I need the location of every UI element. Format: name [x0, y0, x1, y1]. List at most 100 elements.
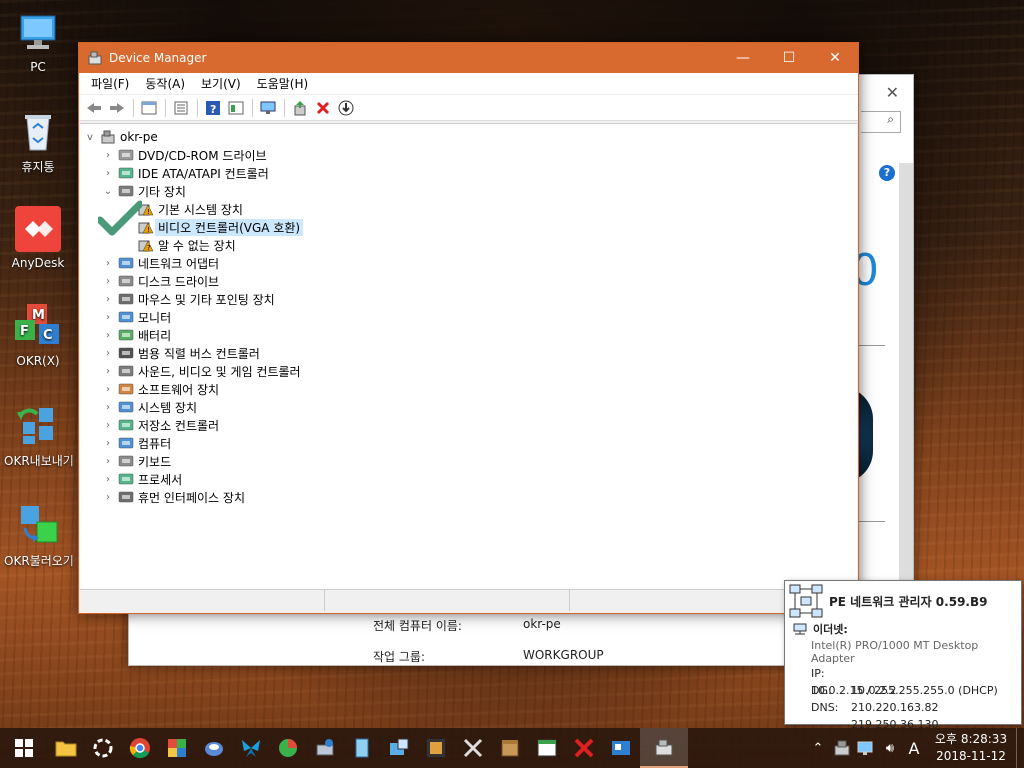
taskbar-app-13[interactable]: [603, 728, 639, 768]
tree-item[interactable]: ! 비디오 컨트롤러(VGA 호환): [122, 218, 304, 236]
other-devices-icon: [118, 183, 134, 199]
help-icon[interactable]: ?: [202, 98, 224, 118]
desktop-icon-recycle-bin[interactable]: 휴지통: [4, 108, 72, 175]
tree-item[interactable]: › DVD/CD-ROM 드라이브: [102, 146, 267, 164]
device-manager-icon: [87, 50, 103, 66]
close-button[interactable]: ✕: [812, 43, 858, 73]
download-icon[interactable]: [335, 98, 357, 118]
collapse-icon[interactable]: v: [84, 132, 96, 143]
expand-icon[interactable]: ›: [102, 456, 114, 467]
tree-item[interactable]: › IDE ATA/ATAPI 컨트롤러: [102, 164, 269, 182]
show-hidden-icons[interactable]: ⌃: [806, 728, 830, 768]
tree-item[interactable]: › 키보드: [102, 452, 171, 470]
tree-item-label: 네트워크 어댑터: [138, 256, 220, 271]
scan-hardware-icon[interactable]: [257, 98, 279, 118]
maximize-button[interactable]: ☐: [766, 43, 812, 73]
tree-item[interactable]: › 시스템 장치: [102, 398, 197, 416]
taskbar-capture[interactable]: [85, 728, 121, 768]
expand-icon[interactable]: ›: [102, 150, 114, 161]
collapse-icon[interactable]: ⌄: [102, 186, 114, 197]
minimize-button[interactable]: —: [720, 43, 766, 73]
pe-network-title: PE 네트워크 관리자 0.59.B9: [829, 594, 988, 609]
clock[interactable]: 오후 8:28:33 2018-11-12: [926, 731, 1016, 765]
tree-item[interactable]: › 소프트웨어 장치: [102, 380, 219, 398]
expand-icon[interactable]: ›: [102, 420, 114, 431]
okr-export-icon: [15, 402, 61, 448]
menu-action[interactable]: 동작(A): [137, 75, 193, 92]
tree-item[interactable]: › 배터리: [102, 326, 171, 344]
desktop-icon-okr-export[interactable]: OKR내보내기: [4, 402, 74, 469]
tree-item[interactable]: › 컴퓨터: [102, 434, 171, 452]
tree-item[interactable]: › 사운드, 비디오 및 게임 컨트롤러: [102, 362, 301, 380]
ime-indicator[interactable]: A: [902, 728, 926, 768]
expand-icon[interactable]: ›: [102, 258, 114, 269]
network-manager-icon[interactable]: [830, 728, 854, 768]
expand-icon[interactable]: ›: [102, 330, 114, 341]
desktop-icon-pc[interactable]: PC: [4, 10, 72, 74]
help-icon[interactable]: ?: [879, 165, 895, 181]
tree-item[interactable]: ⌄ 기타 장치: [102, 182, 186, 200]
search-icon[interactable]: ⌕: [861, 111, 901, 133]
desktop-icon-okr-import[interactable]: OKR불러오기: [4, 502, 74, 569]
taskbar-app-2[interactable]: [196, 728, 232, 768]
back-arrow-icon[interactable]: [83, 98, 105, 118]
taskbar-app-6[interactable]: [344, 728, 380, 768]
taskbar-app-1[interactable]: [159, 728, 195, 768]
menu-view[interactable]: 보기(V): [193, 75, 249, 92]
recycle-bin-icon: [15, 108, 61, 154]
expand-icon[interactable]: ›: [102, 294, 114, 305]
taskbar-app-4[interactable]: [270, 728, 306, 768]
expand-icon[interactable]: ›: [102, 276, 114, 287]
display-settings-icon[interactable]: [854, 728, 878, 768]
desktop-icon-okr[interactable]: MFC OKR(X): [4, 304, 72, 368]
properties-icon[interactable]: [170, 98, 192, 118]
tree-item[interactable]: › 마우스 및 기타 포인팅 장치: [102, 290, 275, 308]
taskbar-device-manager[interactable]: [640, 728, 688, 768]
expand-icon[interactable]: ›: [102, 402, 114, 413]
console-tree-icon[interactable]: [138, 98, 160, 118]
forward-arrow-icon[interactable]: [106, 98, 128, 118]
taskbar-app-9[interactable]: [455, 728, 491, 768]
view-icon[interactable]: [225, 98, 247, 118]
expand-icon[interactable]: ›: [102, 492, 114, 503]
tree-item[interactable]: › 모니터: [102, 308, 171, 326]
expand-icon[interactable]: ›: [102, 366, 114, 377]
show-desktop-button[interactable]: [1016, 728, 1024, 768]
expand-icon[interactable]: ›: [102, 384, 114, 395]
tree-item[interactable]: › 저장소 컨트롤러: [102, 416, 219, 434]
expand-icon[interactable]: ›: [102, 168, 114, 179]
tree-item[interactable]: › 범용 직렬 버스 컨트롤러: [102, 344, 260, 362]
taskbar-app-7[interactable]: [381, 728, 417, 768]
desktop-icon-anydesk[interactable]: AnyDesk: [4, 206, 72, 270]
tree-item[interactable]: › 디스크 드라이브: [102, 272, 219, 290]
taskbar-app-8[interactable]: [418, 728, 454, 768]
start-button[interactable]: [0, 728, 48, 768]
ide-controller-icon: [118, 165, 134, 181]
svg-text:!: !: [147, 208, 150, 216]
expand-icon[interactable]: ›: [102, 474, 114, 485]
taskbar-app-3[interactable]: [233, 728, 269, 768]
menu-help[interactable]: 도움말(H): [249, 75, 317, 92]
tree-item[interactable]: › 휴먼 인터페이스 장치: [102, 488, 245, 506]
taskbar-app-5[interactable]: [307, 728, 343, 768]
update-driver-icon[interactable]: [289, 98, 311, 118]
taskbar-file-explorer[interactable]: [48, 728, 84, 768]
expand-icon[interactable]: ›: [102, 348, 114, 359]
volume-icon[interactable]: 🔊︎: [878, 728, 902, 768]
taskbar-chrome[interactable]: [122, 728, 158, 768]
taskbar-app-10[interactable]: [492, 728, 528, 768]
close-icon[interactable]: ✕: [886, 83, 899, 102]
title-bar[interactable]: Device Manager — ☐ ✕: [79, 43, 858, 73]
uninstall-icon[interactable]: [312, 98, 334, 118]
tree-root[interactable]: v okr-pe: [84, 128, 158, 146]
expand-icon[interactable]: ›: [102, 438, 114, 449]
menu-file[interactable]: 파일(F): [83, 75, 137, 92]
taskbar-app-12[interactable]: [566, 728, 602, 768]
tree-item[interactable]: › 프로세서: [102, 470, 182, 488]
taskbar-app-11[interactable]: [529, 728, 565, 768]
tree-item-label: 기타 장치: [138, 184, 186, 199]
tree-item-label: 저장소 컨트롤러: [138, 418, 220, 433]
tree-item[interactable]: › 네트워크 어댑터: [102, 254, 219, 272]
expand-icon[interactable]: ›: [102, 312, 114, 323]
dg-row: DG: 10.0.2.2: [785, 682, 1021, 699]
